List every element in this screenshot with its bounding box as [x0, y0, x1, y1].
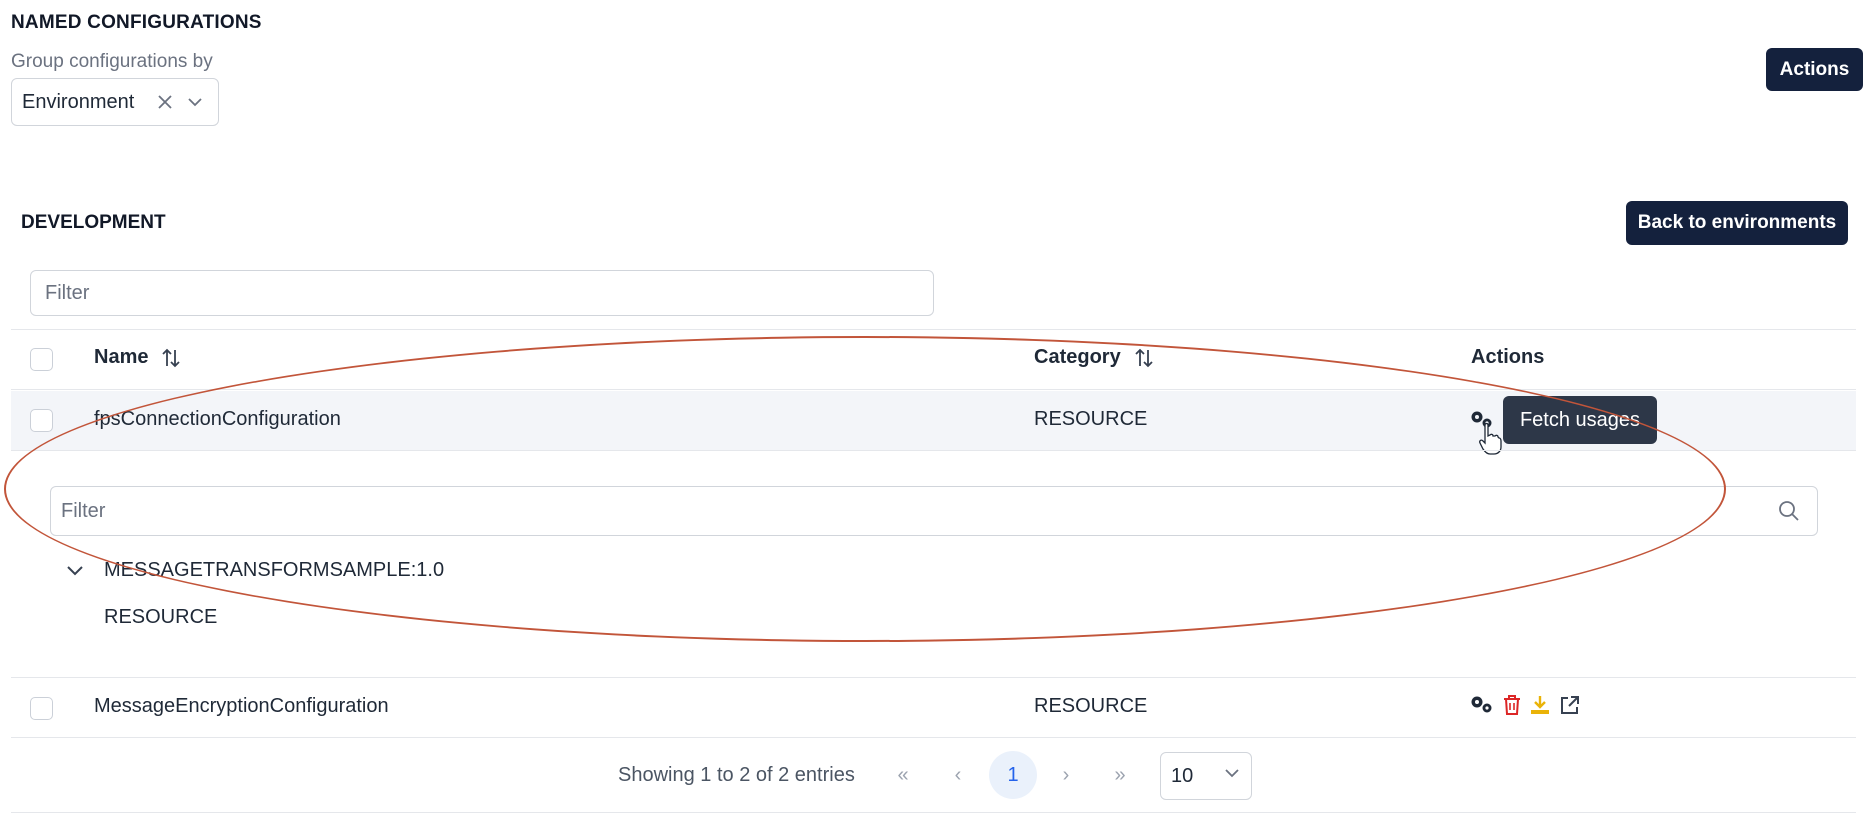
group-by-select[interactable]: Environment [11, 78, 219, 126]
column-header-name-label: Name [94, 346, 149, 368]
section-title: DEVELOPMENT [21, 212, 166, 233]
divider [11, 450, 1856, 451]
group-by-value: Environment [22, 90, 135, 113]
divider [11, 737, 1856, 738]
divider [11, 329, 1856, 330]
pagination-summary: Showing 1 to 2 of 2 entries [618, 764, 855, 786]
actions-button[interactable]: Actions [1766, 48, 1863, 91]
divider [11, 677, 1856, 678]
column-header-actions: Actions [1471, 346, 1544, 369]
sort-icon[interactable] [1133, 347, 1155, 369]
hand-pointer-icon [1478, 422, 1502, 461]
next-page-button[interactable]: › [1043, 752, 1089, 798]
close-icon[interactable] [152, 89, 178, 115]
fetch-usages-tooltip: Fetch usages [1503, 396, 1657, 444]
column-header-actions-label: Actions [1471, 346, 1545, 368]
external-link-icon[interactable] [1557, 692, 1583, 718]
sort-icon[interactable] [160, 347, 182, 369]
select-all-checkbox[interactable] [30, 348, 53, 371]
last-page-button[interactable]: » [1097, 752, 1143, 798]
usage-item-type: RESOURCE [104, 606, 218, 628]
divider [11, 389, 1856, 390]
row-checkbox[interactable] [30, 409, 53, 432]
row-name: MessageEncryptionConfiguration [94, 695, 389, 717]
usage-item-name[interactable]: MESSAGETRANSFORMSAMPLE:1.0 [104, 559, 444, 582]
row-checkbox[interactable] [30, 697, 53, 720]
download-icon[interactable] [1527, 692, 1553, 718]
filter-input[interactable] [30, 270, 934, 316]
row-category: RESOURCE [1034, 695, 1148, 717]
prev-page-button[interactable]: ‹ [935, 752, 981, 798]
usages-filter-input[interactable] [50, 486, 1818, 536]
page-button-1[interactable]: 1 [989, 751, 1037, 799]
group-by-label: Group configurations by [11, 51, 213, 72]
column-header-name[interactable]: Name [94, 346, 182, 369]
trash-icon[interactable] [1499, 692, 1525, 718]
row-category: RESOURCE [1034, 408, 1148, 430]
page-title: NAMED CONFIGURATIONS [11, 12, 262, 33]
first-page-button[interactable]: « [880, 752, 926, 798]
gears-icon[interactable] [1469, 692, 1495, 718]
column-header-category[interactable]: Category [1034, 346, 1155, 369]
page-size-value: 10 [1171, 764, 1194, 787]
search-icon[interactable] [1777, 499, 1801, 528]
column-header-category-label: Category [1034, 346, 1121, 368]
page-size-select[interactable]: 10 [1160, 752, 1252, 800]
chevron-down-icon[interactable] [1223, 764, 1241, 788]
divider [11, 812, 1856, 813]
row-name: fpsConnectionConfiguration [94, 408, 341, 430]
back-to-environments-button[interactable]: Back to environments [1626, 201, 1848, 245]
chevron-down-icon[interactable] [182, 89, 208, 115]
chevron-down-icon[interactable] [64, 559, 86, 586]
